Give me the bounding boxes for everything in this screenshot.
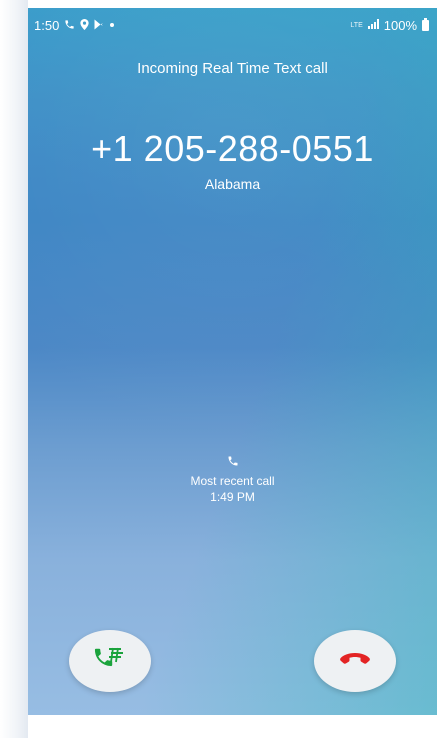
call-type-label: Incoming Real Time Text call bbox=[137, 60, 328, 77]
phone-icon bbox=[64, 19, 75, 33]
status-bar: 1:50 LTE 100% bbox=[28, 8, 437, 36]
play-store-icon bbox=[94, 19, 104, 33]
location-pin-icon bbox=[80, 18, 89, 33]
phone-icon bbox=[227, 455, 239, 470]
signal-icon bbox=[367, 19, 379, 32]
caller-number: +1 205-288-0551 bbox=[91, 128, 374, 169]
recent-call-info: Most recent call 1:49 PM bbox=[28, 454, 437, 504]
screen: 1:50 LTE 100% Incoming Real Time Text ca… bbox=[0, 0, 439, 738]
status-left: 1:50 bbox=[34, 18, 115, 33]
caller-location: Alabama bbox=[204, 176, 261, 192]
recent-call-label: Most recent call bbox=[190, 474, 275, 488]
battery-icon bbox=[422, 18, 429, 31]
incoming-call-screen: 1:50 LTE 100% Incoming Real Time Text ca… bbox=[28, 8, 437, 715]
dot-icon bbox=[109, 20, 115, 31]
decline-call-icon bbox=[339, 652, 371, 671]
rtt-accept-icon bbox=[92, 644, 128, 679]
status-right: LTE 100% bbox=[350, 18, 429, 33]
status-time: 1:50 bbox=[34, 18, 60, 33]
battery-percentage: 100% bbox=[383, 18, 417, 33]
screen-edge-shadow bbox=[0, 0, 28, 738]
network-type-label: LTE bbox=[350, 22, 363, 29]
decline-call-button[interactable] bbox=[314, 630, 396, 692]
accept-rtt-call-button[interactable] bbox=[69, 630, 151, 692]
recent-call-time: 1:49 PM bbox=[210, 490, 255, 504]
